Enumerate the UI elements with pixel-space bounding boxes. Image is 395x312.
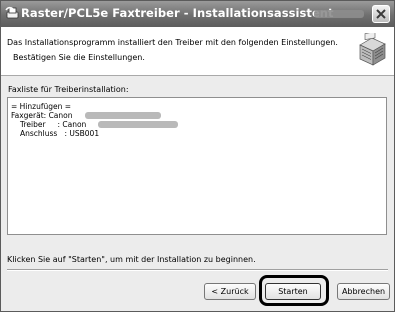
- fax-app-icon: [5, 6, 20, 21]
- title-bar[interactable]: Raster/PCL5e Faxtreiber - Installationsa…: [1, 1, 394, 27]
- redacted-driver-name: [98, 121, 178, 128]
- list-line-driver: Treiber : Canon: [20, 120, 87, 129]
- start-button-highlight: [259, 275, 329, 306]
- window-title: Raster/PCL5e Faxtreiber - Installationsa…: [21, 6, 334, 20]
- back-button[interactable]: < Zurück: [204, 283, 256, 300]
- list-line-add: = Hinzufügen =: [11, 102, 72, 111]
- close-icon: [376, 9, 386, 19]
- header-text: Das Installationsprogramm installiert de…: [7, 35, 338, 65]
- close-button[interactable]: [372, 5, 390, 23]
- installer-window: Raster/PCL5e Faxtreiber - Installationsa…: [0, 0, 395, 312]
- wizard-header: Das Installationsprogramm installiert de…: [1, 27, 394, 76]
- list-line-faxdevice: Faxgerät: Canon: [11, 111, 73, 120]
- redacted-title-version: [314, 10, 364, 18]
- header-line-1: Das Installationsprogramm installiert de…: [7, 38, 338, 47]
- list-line-port: Anschluss : USB001: [20, 129, 100, 138]
- start-instruction: Klicken Sie auf "Starten", um mit der In…: [7, 255, 256, 264]
- printer-icon: [357, 31, 387, 71]
- redacted-device-name: [85, 112, 161, 119]
- fax-list-label: Faxliste für Treiberinstallation:: [8, 85, 129, 94]
- separator: [7, 269, 388, 271]
- fax-list-box[interactable]: = Hinzufügen = Faxgerät: Canon Treiber :…: [7, 97, 387, 235]
- cancel-button[interactable]: Abbrechen: [337, 283, 390, 300]
- header-line-2: Bestätigen Sie die Einstellungen.: [13, 53, 145, 62]
